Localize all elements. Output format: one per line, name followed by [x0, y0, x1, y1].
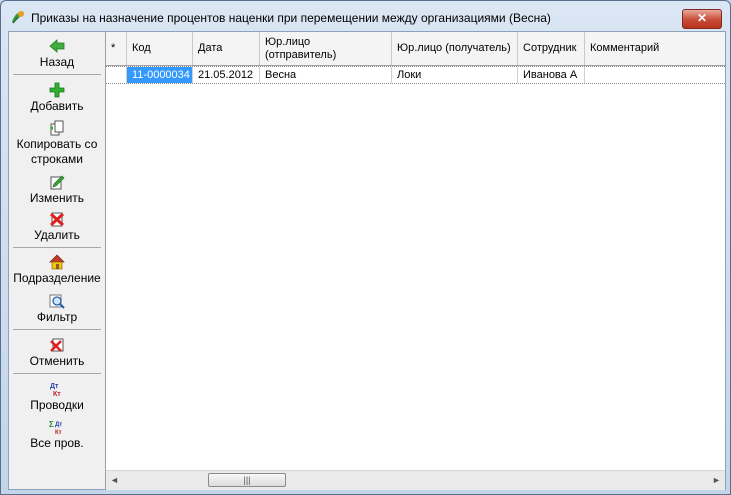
toolbar-separator: [13, 329, 101, 330]
sender-header-line1: Юр.лицо: [265, 36, 311, 48]
main-window: Приказы на назначение процентов наценки …: [0, 0, 731, 495]
debit-credit-icon: Дт Кт: [50, 383, 61, 397]
client-area: Назад Добавить Копировать со строками Из…: [8, 31, 726, 490]
side-toolbar: Назад Добавить Копировать со строками Из…: [9, 32, 106, 489]
column-header-code[interactable]: Код: [127, 32, 193, 65]
copy-label-line2: строками: [31, 152, 83, 166]
orders-table: * Код Дата Юр.лицо (отправитель) Юр.лицо…: [106, 32, 725, 470]
table-header: * Код Дата Юр.лицо (отправитель) Юр.лицо…: [106, 32, 725, 66]
toolbar-separator: [13, 247, 101, 248]
column-header-employee[interactable]: Сотрудник: [518, 32, 585, 65]
date-cell[interactable]: 21.05.2012: [193, 67, 260, 83]
comment-cell[interactable]: [585, 67, 725, 83]
back-arrow-icon: [49, 39, 65, 53]
copy-label-line1: Копировать со: [16, 137, 98, 151]
column-header-date[interactable]: Дата: [193, 32, 260, 65]
sender-header-line2: (отправитель): [265, 49, 337, 61]
svg-text:Дт: Дт: [50, 383, 59, 390]
sum-debit-credit-icon: Σ Дт Кт: [49, 420, 62, 435]
column-header-sender[interactable]: Юр.лицо (отправитель): [260, 32, 392, 65]
edit-label: Изменить: [29, 191, 85, 205]
code-cell[interactable]: 11-0000034: [127, 67, 193, 83]
copy-with-rows-button[interactable]: Копировать со строками: [9, 120, 105, 167]
recipient-cell[interactable]: Локи: [392, 67, 518, 83]
scroll-right-icon[interactable]: ►: [708, 471, 725, 490]
delete-icon: [49, 212, 65, 227]
employee-cell[interactable]: Иванова А: [518, 67, 585, 83]
app-icon: [12, 11, 24, 24]
all-postings-label: Все пров.: [30, 436, 84, 450]
plus-icon: [49, 82, 65, 98]
window-title: Приказы на назначение процентов наценки …: [31, 11, 551, 25]
toolbar-separator: [13, 373, 101, 374]
cancel-label: Отменить: [29, 354, 85, 368]
column-header-marker[interactable]: *: [106, 32, 127, 65]
subdivision-label: Подразделение: [13, 271, 101, 285]
back-button[interactable]: Назад: [9, 38, 105, 70]
house-icon: [49, 254, 65, 270]
edit-button[interactable]: Изменить: [9, 174, 105, 206]
svg-text:Кт: Кт: [55, 430, 62, 435]
all-postings-button[interactable]: Σ Дт Кт Все пров.: [9, 419, 105, 451]
svg-text:Σ: Σ: [49, 420, 54, 429]
postings-label: Проводки: [30, 398, 84, 412]
add-label: Добавить: [30, 99, 84, 113]
cancel-button[interactable]: Отменить: [9, 337, 105, 369]
delete-button[interactable]: Удалить: [9, 211, 105, 243]
scroll-left-icon[interactable]: ◄: [106, 471, 123, 490]
title-bar: Приказы на назначение процентов наценки …: [1, 1, 730, 31]
toolbar-separator: [13, 74, 101, 75]
row-marker-cell: [106, 67, 127, 83]
cancel-document-icon: [50, 338, 64, 352]
column-header-recipient[interactable]: Юр.лицо (получатель): [392, 32, 518, 65]
filter-label: Фильтр: [36, 310, 78, 324]
delete-label: Удалить: [34, 228, 80, 242]
close-button[interactable]: ✕: [682, 9, 722, 29]
scroll-thumb[interactable]: |||: [208, 473, 286, 487]
horizontal-scrollbar[interactable]: ◄ ||| ►: [106, 470, 725, 490]
magnifier-icon: [49, 294, 65, 309]
column-header-comment[interactable]: Комментарий: [585, 32, 725, 65]
edit-icon: [50, 175, 65, 190]
subdivision-button[interactable]: Подразделение: [9, 254, 105, 286]
copy-document-icon: [50, 120, 64, 136]
svg-text:Кт: Кт: [53, 391, 61, 397]
add-button[interactable]: Добавить: [9, 82, 105, 114]
postings-button[interactable]: Дт Кт Проводки: [9, 381, 105, 413]
back-label: Назад: [39, 55, 75, 69]
svg-text:Дт: Дт: [55, 422, 62, 428]
filter-button[interactable]: Фильтр: [9, 293, 105, 325]
sender-cell[interactable]: Весна: [260, 67, 392, 83]
table-row[interactable]: 11-0000034 21.05.2012 Весна Локи Иванова…: [106, 66, 725, 84]
